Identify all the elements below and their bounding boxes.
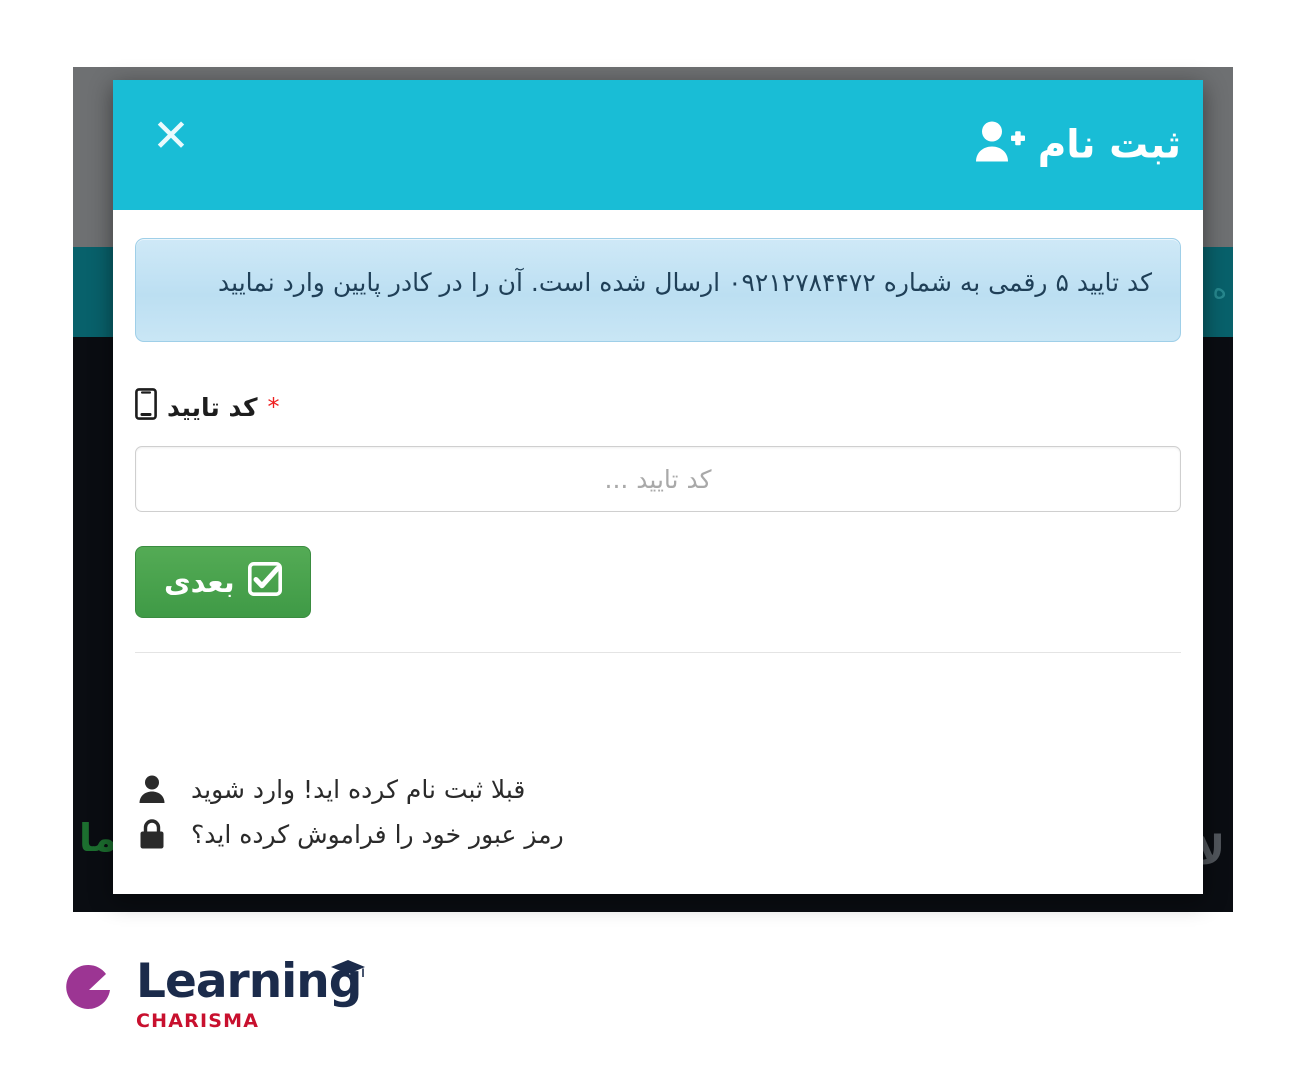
forgot-password-link[interactable]: رمز عبور خود را فراموش کرده اید؟ [135,818,1181,850]
signup-modal: ثبت نام ✕ کد تایید ۵ رقمی به شماره ۰۹۲۱۲… [113,80,1203,894]
modal-title: ثبت نام [973,121,1181,170]
footer-divider [135,652,1181,653]
verification-alert: کد تایید ۵ رقمی به شماره ۰۹۲۱۲۷۸۴۴۷۲ ارس… [135,238,1181,342]
action-row: بعدی [135,546,1181,618]
lock-icon [135,818,169,850]
backdrop-green-text: ما [79,816,118,860]
charisma-mark-icon [58,958,120,1024]
next-button-label: بعدی [164,565,235,599]
brand-name-text: Learning [136,954,362,1009]
brand-name: Learning [136,958,366,1005]
verification-code-field-group: کد تایید * [135,388,1181,512]
brand-wordmark: Learning CHARISMA [136,958,366,1032]
verification-code-label-text: کد تایید [167,392,258,422]
login-link-text: قبلا ثبت نام کرده اید! وارد شوید [191,774,526,804]
brand-subtitle: CHARISMA [136,1010,260,1032]
verification-code-input[interactable] [135,446,1181,512]
graduation-cap-icon [330,942,366,989]
mobile-icon [135,388,157,426]
modal-footer: قبلا ثبت نام کرده اید! وارد شوید رمز عبو… [113,746,1203,894]
user-plus-icon [973,121,1025,170]
login-link[interactable]: قبلا ثبت نام کرده اید! وارد شوید [135,774,1181,804]
required-asterisk: * [267,393,280,421]
close-icon[interactable]: ✕ [145,110,197,162]
next-button[interactable]: بعدی [135,546,311,618]
check-square-icon [247,561,282,603]
modal-title-text: ثبت نام [1037,122,1181,168]
modal-body: کد تایید ۵ رقمی به شماره ۰۹۲۱۲۷۸۴۴۷۲ ارس… [113,210,1203,746]
brand-logo: Learning CHARISMA [58,958,366,1032]
forgot-password-link-text: رمز عبور خود را فراموش کرده اید؟ [191,819,564,849]
user-icon [135,774,169,804]
backdrop-teal-text: ه [1212,272,1227,305]
modal-header: ثبت نام ✕ [113,80,1203,210]
verification-code-label: کد تایید * [135,388,1181,426]
